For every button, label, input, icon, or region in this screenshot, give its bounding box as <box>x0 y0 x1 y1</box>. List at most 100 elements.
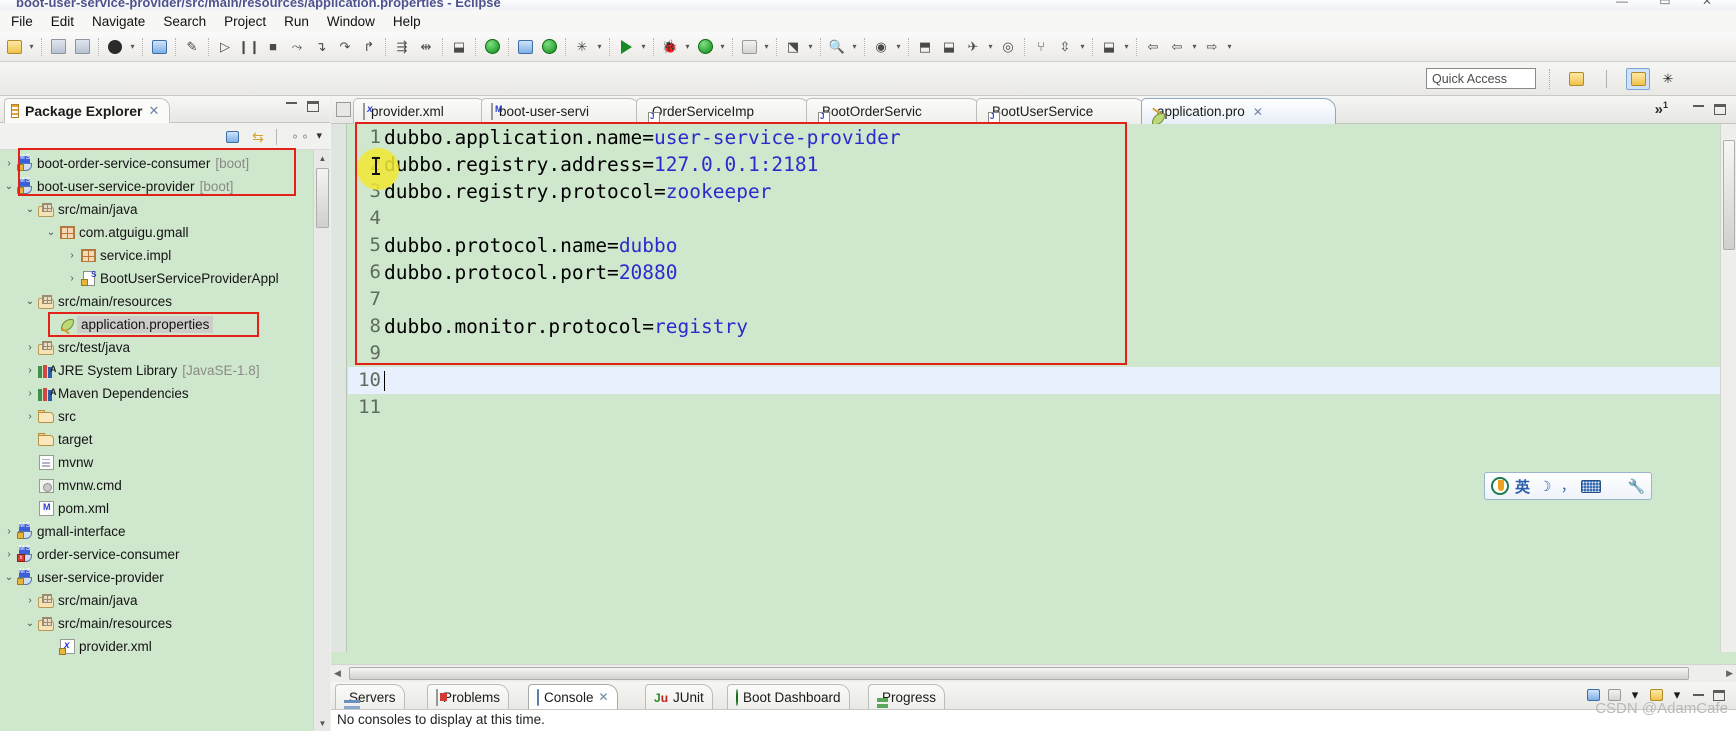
twisty-collapsed-icon[interactable]: › <box>65 273 79 284</box>
menu-file[interactable]: File <box>2 12 42 31</box>
tree-item[interactable]: target <box>0 428 313 451</box>
twisty-collapsed-icon[interactable]: › <box>23 365 37 376</box>
twisty-collapsed-icon[interactable]: › <box>2 158 16 169</box>
tree-item[interactable]: › S BootUserServiceProviderAppl <box>0 267 313 290</box>
external-tools-icon[interactable]: ✳ <box>571 36 593 58</box>
twisty-collapsed-icon[interactable]: › <box>23 342 37 353</box>
search-dropdown-icon[interactable]: ▾ <box>849 42 860 51</box>
editor-code-content[interactable]: dubbo.application.name=user-service-prov… <box>384 124 1720 652</box>
new-wizard-icon[interactable] <box>3 36 25 58</box>
save-icon[interactable] <box>47 36 69 58</box>
tree-item[interactable]: › A JRE System Library [JavaSE-1.8] <box>0 359 313 382</box>
editor-marker-bar[interactable] <box>331 124 347 652</box>
java-ee-perspective-button[interactable] <box>1626 68 1650 90</box>
bookmark-dropdown-icon[interactable]: ▾ <box>1121 42 1132 51</box>
run-icon[interactable] <box>615 36 637 58</box>
open-perspective-icon[interactable] <box>514 36 536 58</box>
keyboard-icon[interactable] <box>1580 476 1601 496</box>
editor-horizontal-scrollbar[interactable]: ◀ ▶ <box>331 664 1736 682</box>
editor-tab[interactable]: JBootOrderServic <box>806 98 981 124</box>
twisty-expanded-icon[interactable]: ⌄ <box>44 227 58 238</box>
collapse-all-icon[interactable] <box>222 128 242 146</box>
more-tabs-button[interactable]: »1 <box>1655 100 1668 118</box>
menu-project[interactable]: Project <box>215 12 275 31</box>
tree-item[interactable]: › A Maven Dependencies <box>0 382 313 405</box>
disconnect-icon[interactable]: ⤳ <box>286 36 308 58</box>
editor-maximize-icon[interactable] <box>1714 104 1726 115</box>
forward-icon[interactable]: ⇨ <box>1201 36 1223 58</box>
tree-item[interactable]: mvnw <box>0 451 313 474</box>
code-line[interactable]: dubbo.protocol.port=20880 <box>384 259 1720 286</box>
open-task-icon[interactable]: ⬓ <box>938 36 960 58</box>
backward-icon[interactable]: ⇦ <box>1166 36 1188 58</box>
code-line[interactable] <box>384 286 1720 313</box>
next-annotation-icon[interactable]: ⇶ <box>391 36 413 58</box>
moon-icon[interactable]: ☽ <box>1535 476 1555 496</box>
tree-item[interactable]: mvnw.cmd <box>0 474 313 497</box>
terminate-icon[interactable]: ■ <box>262 36 284 58</box>
twisty-collapsed-icon[interactable]: › <box>2 549 16 560</box>
project-tree[interactable]: ›boot-order-service-consumer[boot]⌄boot-… <box>0 150 313 731</box>
tree-item[interactable]: › gmall-interface <box>0 520 313 543</box>
twisty-expanded-icon[interactable]: ⌄ <box>23 296 37 307</box>
user-icon[interactable] <box>104 36 126 58</box>
editor-vscroll-thumb[interactable] <box>1723 140 1735 250</box>
editor-tab[interactable]: boot-user-servi <box>481 98 641 124</box>
twisty-collapsed-icon[interactable]: › <box>65 250 79 261</box>
tree-item[interactable]: › src/main/java <box>0 589 313 612</box>
bookmark-icon[interactable]: ⬓ <box>1098 36 1120 58</box>
tree-item[interactable]: provider.xml <box>0 635 313 658</box>
menu-search[interactable]: Search <box>154 12 215 31</box>
tree-item[interactable]: › src <box>0 405 313 428</box>
step-over-icon[interactable]: ↷ <box>334 36 356 58</box>
debug-icon[interactable]: 🐞 <box>659 36 681 58</box>
twisty-collapsed-icon[interactable]: › <box>23 411 37 422</box>
editor-tab[interactable]: application.pro ✕ <box>1141 98 1336 124</box>
forward-dropdown-icon[interactable]: ▾ <box>1224 42 1235 51</box>
sort-dropdown-icon[interactable]: ▾ <box>1077 42 1088 51</box>
pin-icon[interactable]: ✈ <box>962 36 984 58</box>
globe-dropdown-icon[interactable]: ▾ <box>893 42 904 51</box>
tree-item[interactable]: ⌄ com.atguigu.gmall <box>0 221 313 244</box>
editor-hscroll-thumb[interactable] <box>349 667 1689 680</box>
user-dropdown-icon[interactable]: ▾ <box>127 42 138 51</box>
twisty-collapsed-icon[interactable]: › <box>2 526 16 537</box>
tree-item[interactable]: ›xorder-service-consumer <box>0 543 313 566</box>
new-class-icon[interactable]: ⬔ <box>782 36 804 58</box>
tree-item[interactable]: › boot-order-service-consumer [boot] <box>0 152 313 175</box>
minimize-icon[interactable] <box>286 102 300 114</box>
tree-item[interactable]: › src/test/java <box>0 336 313 359</box>
step-into-icon[interactable]: ↴ <box>310 36 332 58</box>
tree-item[interactable]: ⌄ src/main/resources <box>0 612 313 635</box>
bottom-view-tab[interactable]: Ju JUnit <box>645 684 713 709</box>
run-dropdown-icon[interactable]: ▾ <box>638 42 649 51</box>
scroll-right-icon[interactable]: ▶ <box>1726 668 1733 679</box>
menu-navigate[interactable]: Navigate <box>83 12 154 31</box>
scroll-left-icon[interactable]: ◀ <box>334 668 341 679</box>
code-line[interactable] <box>384 394 1720 421</box>
code-line[interactable]: dubbo.registry.protocol=zookeeper <box>384 178 1720 205</box>
twisty-expanded-icon[interactable]: ⌄ <box>23 618 37 629</box>
debug-perspective-button[interactable]: ✳ <box>1656 68 1680 90</box>
bottom-view-tab[interactable]: Progress <box>868 684 946 709</box>
new-java-project-icon[interactable]: ⬓ <box>448 36 470 58</box>
menu-edit[interactable]: Edit <box>42 12 83 31</box>
link-with-editor-icon[interactable]: ⇆ <box>248 128 268 146</box>
open-type-icon[interactable]: ⬒ <box>914 36 936 58</box>
code-line[interactable]: dubbo.registry.address=127.0.0.1:2181 <box>384 151 1720 178</box>
bottom-view-tab[interactable]: Servers <box>335 684 405 709</box>
globe-icon[interactable]: ◉ <box>870 36 892 58</box>
editor-vertical-scrollbar[interactable] <box>1720 124 1736 652</box>
menu-help[interactable]: Help <box>384 12 430 31</box>
tab-package-explorer[interactable]: Package Explorer ✕ <box>4 98 171 123</box>
bottom-view-tab[interactable]: Problems <box>427 684 510 709</box>
open-console-icon[interactable] <box>148 36 170 58</box>
help-icon[interactable]: ◎ <box>997 36 1019 58</box>
code-line[interactable]: dubbo.application.name=user-service-prov… <box>384 124 1720 151</box>
pin-dropdown-icon[interactable]: ▾ <box>985 42 996 51</box>
twisty-collapsed-icon[interactable]: › <box>23 388 37 399</box>
person-icon[interactable] <box>1604 476 1624 496</box>
editor-tab[interactable]: JOrderServiceImp <box>636 98 811 124</box>
tree-item[interactable]: ⌄ user-service-provider <box>0 566 313 589</box>
ime-toolbar[interactable]: 英 ☽ ， 🔧 <box>1484 472 1652 500</box>
